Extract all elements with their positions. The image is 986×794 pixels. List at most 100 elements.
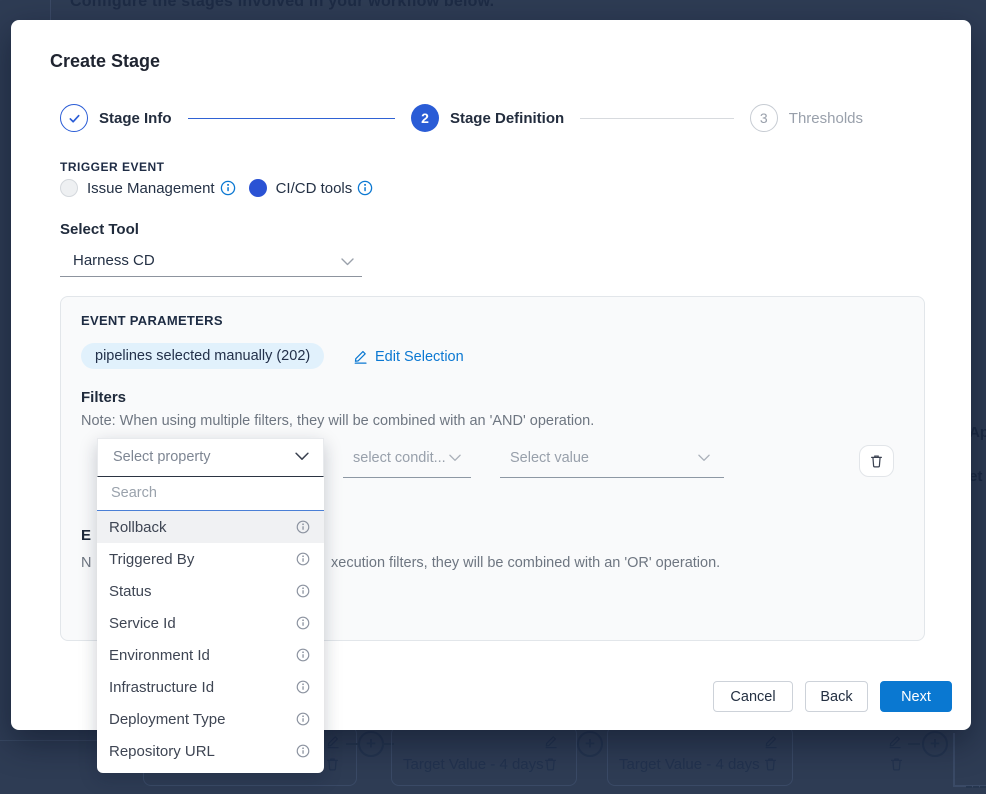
edit-selection-label: Edit Selection (375, 349, 464, 365)
step-stage-definition[interactable]: 2 Stage Definition (411, 104, 564, 132)
option-environment-id[interactable]: Environment Id (97, 639, 324, 671)
back-button[interactable]: Back (805, 681, 868, 712)
trigger-event-label: TRIGGER EVENT (60, 160, 165, 174)
option-triggered-by[interactable]: Triggered By (97, 543, 324, 575)
option-label: Rollback (109, 519, 167, 536)
background-stage-card: Target Value - 4 days (607, 726, 793, 786)
radio-cicd-tools[interactable]: CI/CD tools (249, 179, 374, 197)
option-deployment-type[interactable]: Deployment Type (97, 703, 324, 735)
add-stage-icon: + (358, 731, 384, 757)
info-icon[interactable] (296, 616, 310, 630)
select-tool-value: Harness CD (73, 252, 155, 269)
property-dropdown: Select property Rollback Triggered By St… (97, 438, 324, 773)
option-label: Service Id (109, 615, 176, 632)
radio-label: Issue Management (87, 180, 215, 197)
edit-icon (888, 733, 902, 750)
trash-icon (889, 757, 904, 772)
option-label: Status (109, 583, 152, 600)
option-status[interactable]: Status (97, 575, 324, 607)
info-icon[interactable] (296, 584, 310, 598)
step-thresholds[interactable]: 3 Thresholds (750, 104, 863, 132)
step-stage-info[interactable]: Stage Info (60, 104, 172, 132)
step-number: 2 (411, 104, 439, 132)
selection-pill: pipelines selected manually (202) (81, 343, 324, 369)
stepper-connector (580, 118, 734, 119)
option-repository-url[interactable]: Repository URL (97, 735, 324, 767)
background-text-fragment: et (969, 468, 982, 485)
search-input[interactable] (97, 477, 324, 509)
info-icon[interactable] (357, 180, 373, 196)
trash-icon (869, 454, 884, 469)
chevron-down-icon (341, 258, 354, 266)
condition-dropdown[interactable]: select condit... (343, 439, 471, 478)
select-tool-dropdown[interactable]: Harness CD (60, 249, 362, 277)
step-label: Stage Definition (450, 110, 564, 127)
filters-note: Note: When using multiple filters, they … (81, 413, 594, 429)
info-icon[interactable] (296, 680, 310, 694)
add-stage-icon: + (922, 731, 948, 757)
execution-note-fragment: N (81, 555, 91, 571)
add-stage-icon: + (577, 731, 603, 757)
option-label: Environment Id (109, 647, 210, 664)
info-icon[interactable] (296, 648, 310, 662)
step-label: Stage Info (99, 110, 172, 127)
property-placeholder: Select property (113, 449, 211, 465)
option-infrastructure-id[interactable]: Infrastructure Id (97, 671, 324, 703)
check-icon (68, 112, 81, 124)
background-header-text: Configure the stages involved in your wo… (70, 0, 494, 11)
background-stage-card: Target Value - 4 days (391, 726, 577, 786)
stepper: Stage Info 2 Stage Definition 3 Threshol… (60, 104, 863, 132)
background-card-title: Target Value - 4 days (403, 756, 544, 773)
option-label: Triggered By (109, 551, 194, 568)
radio-selected-icon[interactable] (249, 179, 267, 197)
option-rollback[interactable]: Rollback (97, 511, 324, 543)
chevron-down-icon (449, 454, 461, 462)
step-number: 3 (750, 104, 778, 132)
next-button[interactable]: Next (880, 681, 952, 712)
trash-icon (763, 757, 778, 772)
background-card-title: Target Value - 4 days (619, 756, 760, 773)
edit-icon (544, 733, 558, 750)
chevron-down-icon (698, 454, 710, 462)
delete-filter-button[interactable] (859, 445, 894, 477)
background-connector (966, 786, 986, 788)
info-icon[interactable] (220, 180, 236, 196)
condition-placeholder: select condit... (353, 450, 446, 466)
option-service-id[interactable]: Service Id (97, 607, 324, 639)
event-parameters-heading: EVENT PARAMETERS (81, 313, 223, 328)
info-icon[interactable] (296, 744, 310, 758)
radio-issue-management[interactable]: Issue Management (60, 179, 236, 197)
option-label: Infrastructure Id (109, 679, 214, 696)
execution-filters-heading: E (81, 527, 91, 544)
step-label: Thresholds (789, 110, 863, 127)
stepper-connector (188, 118, 395, 119)
radio-unselected-icon[interactable] (60, 179, 78, 197)
value-placeholder: Select value (510, 450, 589, 466)
property-search[interactable] (97, 477, 324, 511)
chevron-down-icon (295, 452, 309, 461)
info-icon[interactable] (296, 552, 310, 566)
property-option-list: Rollback Triggered By Status Service Id … (97, 511, 324, 773)
background-text-fragment: Ap (969, 424, 986, 441)
radio-label: CI/CD tools (276, 180, 353, 197)
property-dropdown-trigger[interactable]: Select property (97, 438, 324, 477)
trash-icon (543, 757, 558, 772)
option-label: Deployment Type (109, 711, 225, 728)
edit-icon (353, 348, 368, 365)
edit-icon (764, 733, 778, 750)
info-icon[interactable] (296, 712, 310, 726)
edit-icon (326, 733, 340, 750)
trash-icon (325, 757, 340, 772)
background-panel-divider (50, 0, 51, 21)
value-dropdown[interactable]: Select value (500, 439, 724, 478)
step-complete-icon (60, 104, 88, 132)
cancel-button[interactable]: Cancel (713, 681, 793, 712)
dialog-title: Create Stage (50, 51, 160, 72)
option-label: Repository URL (109, 743, 215, 760)
screen: Configure the stages involved in your wo… (0, 0, 986, 794)
filters-heading: Filters (81, 389, 126, 406)
background-card-edge (953, 733, 955, 785)
info-icon[interactable] (296, 520, 310, 534)
select-tool-label: Select Tool (60, 221, 139, 238)
edit-selection-link[interactable]: Edit Selection (353, 348, 464, 365)
